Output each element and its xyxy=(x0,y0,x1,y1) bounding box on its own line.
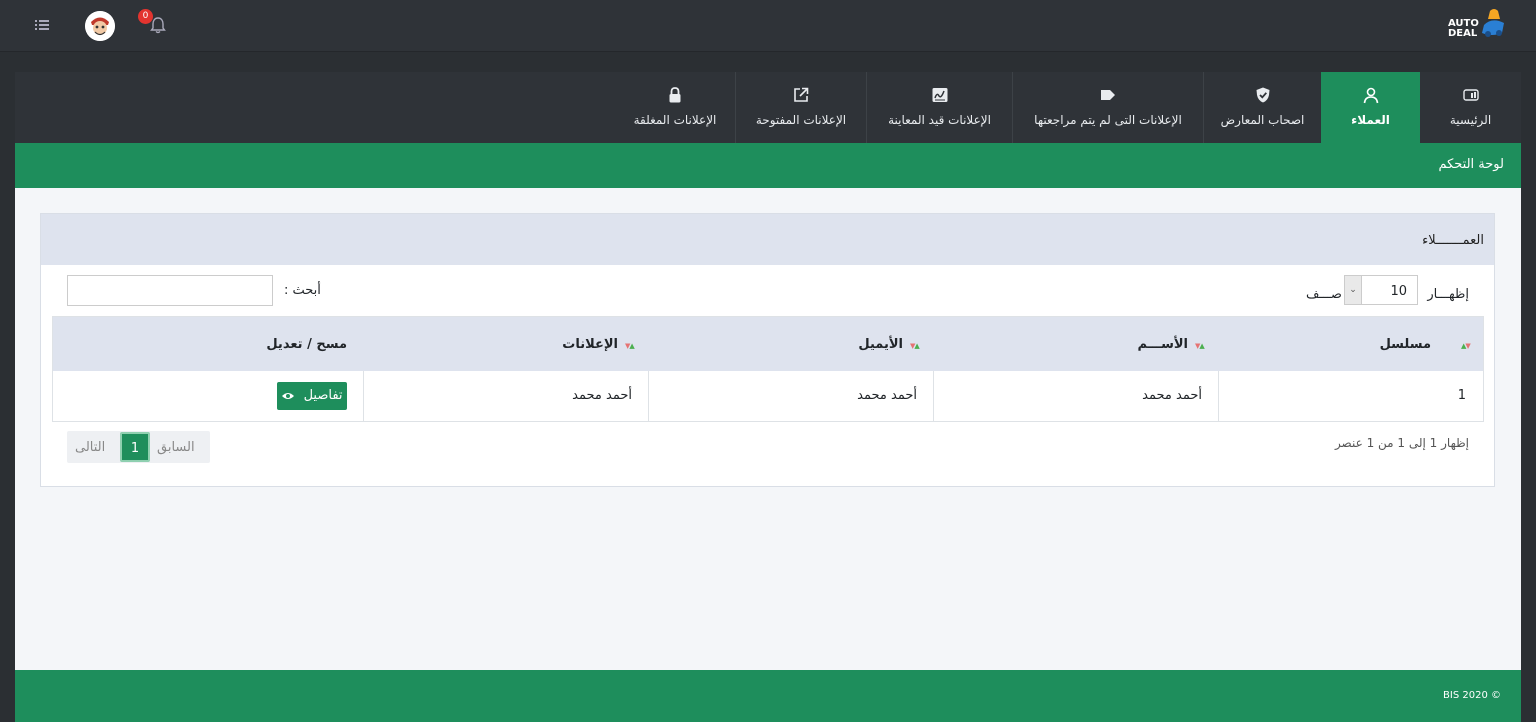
table-info: إظهار 1 إلى 1 من 1 عنصر xyxy=(1334,436,1469,450)
nav-tabs: الرئيسية العملاء اصحاب المعارض الإعلانات… xyxy=(15,72,1521,143)
search-input[interactable] xyxy=(67,275,273,306)
sort-icon[interactable]: ▼▲ xyxy=(625,342,635,350)
tab-label: الإعلانات التى لم يتم مراجعتها xyxy=(1034,113,1182,127)
entries-select-value: 10 xyxy=(1390,284,1407,299)
entries-select[interactable]: ⌄ 10 xyxy=(1344,275,1418,305)
tab-divider xyxy=(866,72,867,143)
table-header: ▲▼ مسلسل ▼▲ الأســـم ▼▲ الأيميل ▼▲ الإعل… xyxy=(53,317,1483,371)
tab-inspection-ads[interactable]: الإعلانات قيد المعاينة xyxy=(867,72,1012,143)
sort-icon[interactable]: ▼▲ xyxy=(1195,342,1205,350)
tab-divider xyxy=(1012,72,1013,143)
details-button-label: تفاصيل xyxy=(303,388,343,403)
column-header-actions: مسح / تعديل xyxy=(266,337,347,352)
external-link-icon xyxy=(794,87,809,102)
next-page-button[interactable]: التالى xyxy=(75,440,105,455)
column-header-ads[interactable]: الإعلانات xyxy=(562,337,618,352)
lock-icon xyxy=(669,87,681,103)
previous-page-button[interactable]: السابق xyxy=(157,440,195,455)
column-header-name[interactable]: الأســـم xyxy=(1138,337,1188,352)
chevron-down-icon[interactable]: ⌄ xyxy=(1345,276,1362,304)
tab-unreviewed-ads[interactable]: الإعلانات التى لم يتم مراجعتها xyxy=(1013,72,1203,143)
details-button[interactable]: تفاصيل xyxy=(277,382,347,410)
cell-divider xyxy=(1218,371,1219,421)
user-icon xyxy=(1363,87,1378,104)
avatar-image xyxy=(85,11,115,41)
customers-table: ▲▼ مسلسل ▼▲ الأســـم ▼▲ الأيميل ▼▲ الإعل… xyxy=(52,316,1484,422)
tab-divider xyxy=(1203,72,1204,143)
tab-customers[interactable]: العملاء xyxy=(1321,72,1420,143)
cell-divider xyxy=(363,371,364,421)
avatar[interactable] xyxy=(85,11,115,41)
main-panel: الرئيسية العملاء اصحاب المعارض الإعلانات… xyxy=(15,72,1521,722)
dashboard-icon xyxy=(1462,89,1479,101)
tag-icon xyxy=(1101,90,1115,100)
tab-label: الإعلانات المفتوحة xyxy=(755,113,847,127)
pagination: السابق 1 التالى xyxy=(67,431,210,463)
card-title: العمـــــــلاء xyxy=(1422,233,1484,248)
tab-home[interactable]: الرئيسية xyxy=(1420,72,1521,143)
table-row: 1 أحمد محمد أحمد محمد أحمد محمد تفاصيل xyxy=(53,371,1483,421)
page-title: لوحة التحكم xyxy=(1438,157,1504,172)
tab-label: الإعلانات المغلقة xyxy=(633,113,717,127)
logo-car-icon xyxy=(1482,9,1504,37)
column-header-serial[interactable]: مسلسل xyxy=(1380,337,1431,352)
logo-text-line2: DEAL xyxy=(1448,28,1478,39)
eye-icon xyxy=(282,392,295,399)
tab-open-ads[interactable]: الإعلانات المفتوحة xyxy=(736,72,866,143)
tab-label: اصحاب المعارض xyxy=(1220,113,1305,127)
tab-label: الإعلانات قيد المعاينة xyxy=(888,113,991,127)
rows-label: صـــف xyxy=(1306,287,1342,302)
tab-divider xyxy=(735,72,736,143)
page-header: لوحة التحكم xyxy=(15,143,1521,188)
tab-showroom-owners[interactable]: اصحاب المعارض xyxy=(1204,72,1321,143)
column-header-email[interactable]: الأيميل xyxy=(858,337,903,352)
current-page-button[interactable]: 1 xyxy=(120,432,150,462)
cell-name: أحمد محمد xyxy=(1142,388,1202,403)
search-label: أبحث : xyxy=(284,283,321,298)
show-entries-label: إظهـــار xyxy=(1427,287,1469,302)
sort-icon[interactable]: ▲▼ xyxy=(1461,342,1471,350)
customers-card: العمـــــــلاء إظهـــار ⌄ 10 صـــف أبحث … xyxy=(40,213,1495,487)
cell-ads: أحمد محمد xyxy=(572,388,632,403)
cell-serial: 1 xyxy=(1457,388,1466,403)
signature-icon xyxy=(932,88,947,102)
top-bar: 0 AUTO DEAL xyxy=(0,0,1536,52)
tab-closed-ads[interactable]: الإعلانات المغلقة xyxy=(615,72,735,143)
copyright-text: BIS 2020 © xyxy=(1443,690,1501,701)
cell-email: أحمد محمد xyxy=(857,388,917,403)
tab-label: الرئيسية xyxy=(1449,113,1492,127)
card-header: العمـــــــلاء xyxy=(41,214,1494,265)
cell-divider xyxy=(648,371,649,421)
cell-divider xyxy=(933,371,934,421)
sort-icon[interactable]: ▼▲ xyxy=(910,342,920,350)
footer: BIS 2020 © xyxy=(15,670,1521,722)
menu-list-icon[interactable] xyxy=(34,17,50,33)
notification-badge: 0 xyxy=(138,9,153,24)
tab-label: العملاء xyxy=(1351,113,1390,127)
logo[interactable]: AUTO DEAL xyxy=(1446,7,1506,45)
shield-check-icon xyxy=(1256,87,1269,103)
